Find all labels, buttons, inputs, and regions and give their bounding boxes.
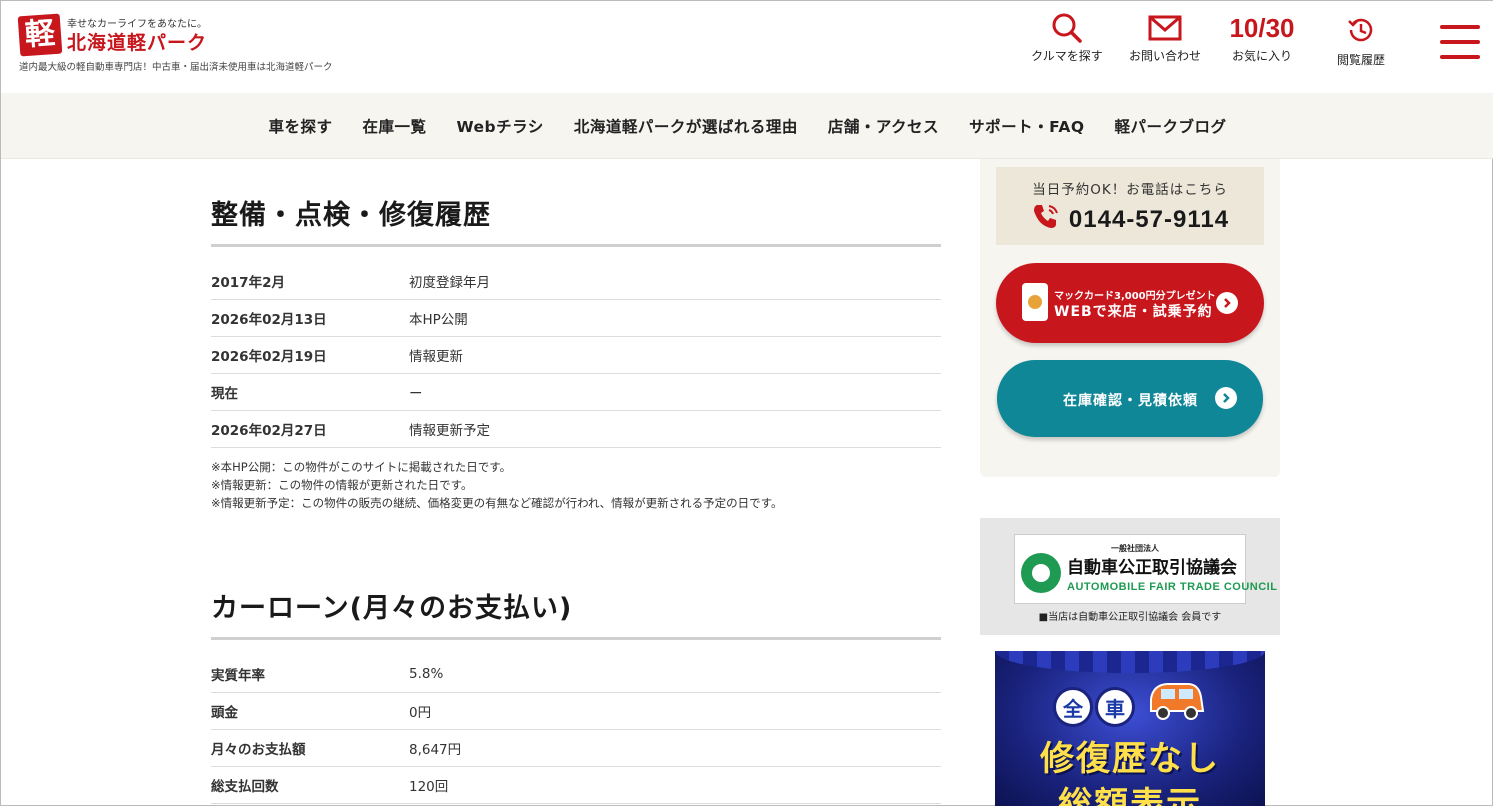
gnav-search-cars[interactable]: 車を探す xyxy=(253,115,347,137)
chevron-right-icon xyxy=(1215,387,1237,409)
tel-number-line: 0144-57-9114 xyxy=(996,202,1264,237)
council-caption: ■当店は自動車公正取引協議会 会員です xyxy=(1038,612,1222,623)
header-history-button[interactable]: 閲覧履歴 xyxy=(1323,13,1399,75)
row-key: 2026年02月27日 xyxy=(211,423,327,439)
logo-subtitle: 道内最大級の軽自動車専門店！中古車・届出済未使用車は北海道軽パーク xyxy=(19,62,333,73)
table-row: 実質年率 5.8% xyxy=(211,656,941,693)
estimate-request-button[interactable]: 在庫確認・見積依頼 xyxy=(997,360,1263,437)
table-row: 2026年02月19日 情報更新 xyxy=(211,337,941,374)
banner-circle: 車 xyxy=(1095,687,1135,727)
search-icon xyxy=(1028,11,1106,45)
loan-table: 実質年率 5.8% 頭金 0円 月々のお支払額 8,647円 総支払回数 120回 xyxy=(211,656,941,804)
row-key: 頭金 xyxy=(211,705,238,721)
global-nav: 車を探す 在庫一覧 Webチラシ 北海道軽パークが選ばれる理由 店舗・アクセス … xyxy=(1,93,1493,159)
loan-title: カーローン(月々のお支払い) xyxy=(211,586,941,640)
hamburger-icon[interactable] xyxy=(1440,25,1480,61)
table-row: 頭金 0円 xyxy=(211,693,941,730)
header-search-button[interactable]: クルマを探す xyxy=(1028,11,1106,73)
site-header: 軽 幸せなカーライフをあなたに。 北海道軽パーク 道内最大級の軽自動車専門店！中… xyxy=(1,1,1493,93)
maintenance-table: 2017年2月 初度登録年月 2026年02月13日 本HP公開 2026年02月1… xyxy=(211,263,941,448)
note-line: ※情報更新予定：この物件の販売の継続、価格変更の有無など確認が行われ、情報が更新… xyxy=(211,496,783,510)
web-btn-line1: マックカード3,000円分プレゼント xyxy=(1054,291,1216,302)
row-key: 2026年02月13日 xyxy=(211,312,327,328)
mail-icon xyxy=(1125,11,1205,45)
row-value: 情報更新予定 xyxy=(409,423,490,439)
header-contact-button[interactable]: お問い合わせ xyxy=(1125,11,1205,73)
council-logo[interactable]: 一般社団法人 自動車公正取引協議会 AUTOMOBILE FAIR TRADE … xyxy=(1014,534,1277,604)
gnav-inventory[interactable]: 在庫一覧 xyxy=(347,115,441,137)
gnav-blog[interactable]: 軽パークブログ xyxy=(1100,115,1242,137)
main-content: 整備・点検・修復履歴 2017年2月 初度登録年月 2026年02月13日 本HP公… xyxy=(211,159,941,804)
history-icon xyxy=(1323,13,1399,47)
row-value: 8,647円 xyxy=(409,742,462,758)
banner-circle: 全 xyxy=(1053,687,1093,727)
table-row: 月々のお支払額 8,647円 xyxy=(211,730,941,767)
note-line: ※本HP公開：この物件がこのサイトに掲載された日です。 xyxy=(211,460,512,474)
site-logo[interactable]: 軽 幸せなカーライフをあなたに。 北海道軽パーク 道内最大級の軽自動車専門店！中… xyxy=(17,13,359,73)
header-history-label: 閲覧履歴 xyxy=(1336,53,1385,67)
row-value: 5.8% xyxy=(409,666,444,682)
tel-number: 0144-57-9114 xyxy=(1068,205,1230,233)
logo-mark: 軽 xyxy=(17,13,63,57)
banner-line2: 総額表示 xyxy=(1058,785,1202,806)
council-name-en: AUTOMOBILE FAIR TRADE COUNCIL xyxy=(1067,581,1278,593)
maintenance-notes: ※本HP公開：この物件がこのサイトに掲載された日です。 ※情報更新：この物件の情… xyxy=(211,458,941,512)
favorites-counter: 10/30 xyxy=(1227,11,1297,45)
gnav-store-access[interactable]: 店舗・アクセス xyxy=(813,115,954,137)
tel-caption: 当日予約OK！お電話はこちら xyxy=(1032,182,1228,198)
gnav-support-faq[interactable]: サポート・FAQ xyxy=(954,115,1099,137)
no-repair-history-banner[interactable]: 全 車 修復歴なし 総額表示 xyxy=(995,651,1265,806)
council-name-ja: 自動車公正取引協議会 xyxy=(1067,558,1237,578)
banner-line1: 修復歴なし xyxy=(1040,739,1220,779)
row-key: 2017年2月 xyxy=(211,275,285,291)
row-key: 実質年率 xyxy=(211,668,265,684)
chevron-right-icon xyxy=(1216,292,1238,314)
hamburger-line xyxy=(1440,40,1480,44)
tel-box[interactable]: 当日予約OK！お電話はこちら 0144-57-9114 xyxy=(996,167,1264,245)
car-icon xyxy=(1145,679,1207,723)
council-emblem-icon xyxy=(1021,553,1061,593)
table-row: 現在 ー xyxy=(211,374,941,411)
estimate-btn-label: 在庫確認・見積依頼 xyxy=(1063,393,1198,409)
row-value: 初度登録年月 xyxy=(409,275,490,291)
favorites-total: /30 xyxy=(1258,13,1295,43)
gnav-web-flyer[interactable]: Webチラシ xyxy=(441,115,558,137)
web-reservation-button[interactable]: マックカード3,000円分プレゼント WEBで来店・試乗予約 xyxy=(996,263,1264,343)
header-contact-label: お問い合わせ xyxy=(1128,49,1201,63)
row-value: ー xyxy=(409,386,423,402)
row-value: 0円 xyxy=(409,705,432,721)
row-value: 情報更新 xyxy=(409,349,463,365)
table-row: 2017年2月 初度登録年月 xyxy=(211,263,941,300)
gift-card-icon xyxy=(1022,283,1048,321)
council-box: 一般社団法人 自動車公正取引協議会 AUTOMOBILE FAIR TRADE … xyxy=(980,518,1280,635)
table-row: 2026年02月27日 情報更新予定 xyxy=(211,411,941,448)
web-btn-line2: WEBで来店・試乗予約 xyxy=(1054,304,1213,320)
sidebar-contact-box: 当日予約OK！お電話はこちら 0144-57-9114 マックカード3,000円… xyxy=(980,159,1280,477)
hamburger-line xyxy=(1440,55,1480,59)
row-key: 総支払回数 xyxy=(211,779,279,795)
row-key: 2026年02月19日 xyxy=(211,349,327,365)
note-line: ※情報更新：この物件の情報が更新された日です。 xyxy=(211,478,473,492)
header-favorites-button[interactable]: 10/30 お気に入り xyxy=(1227,11,1297,73)
gnav-reasons[interactable]: 北海道軽パークが選ばれる理由 xyxy=(559,115,813,137)
maintenance-title: 整備・点検・修復履歴 xyxy=(211,193,941,247)
table-row: 2026年02月13日 本HP公開 xyxy=(211,300,941,337)
row-value: 本HP公開 xyxy=(409,312,468,328)
header-favorites-label: お気に入り xyxy=(1231,49,1292,63)
header-search-label: クルマを探す xyxy=(1031,49,1103,63)
phone-icon xyxy=(1031,202,1061,237)
hamburger-line xyxy=(1440,25,1480,29)
table-row: 総支払回数 120回 xyxy=(211,767,941,804)
row-key: 月々のお支払額 xyxy=(211,742,306,758)
row-value: 120回 xyxy=(409,779,449,795)
favorites-count: 10 xyxy=(1229,13,1259,43)
logo-name: 北海道軽パーク xyxy=(67,32,208,54)
row-key: 現在 xyxy=(211,386,238,402)
